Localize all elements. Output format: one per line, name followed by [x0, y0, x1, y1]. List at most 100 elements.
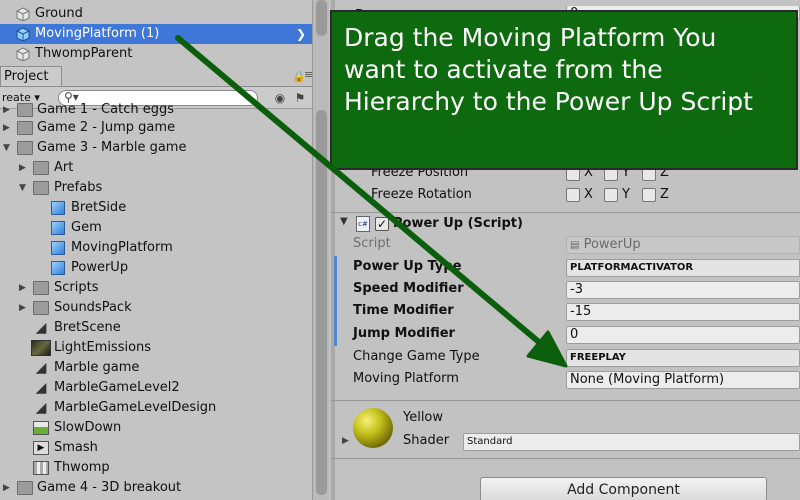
power-up-type-label: Power Up Type	[353, 259, 462, 274]
hierarchy-item-ground[interactable]: Ground	[0, 4, 312, 24]
project-item[interactable]: ▶ Art	[0, 158, 312, 178]
chevron-right-icon[interactable]: ❯	[296, 24, 306, 44]
project-item-label: MarbleGameLevelDesign	[54, 400, 217, 415]
axis-z-label: Z	[660, 187, 669, 202]
project-item[interactable]: ◢ BretScene	[0, 318, 312, 338]
left-panel: Ground MovingPlatform (1) ❯ ThwompParent…	[0, 0, 312, 500]
project-item-label: SlowDown	[54, 420, 122, 435]
prefab-icon	[51, 241, 65, 255]
tab-project[interactable]: Project	[0, 66, 62, 87]
folder-icon	[33, 281, 49, 295]
audio-icon: ▶	[33, 441, 49, 455]
project-item-label: Prefabs	[54, 180, 103, 195]
shader-dropdown[interactable]: Standard	[463, 433, 800, 451]
project-item-label: Scripts	[54, 280, 99, 295]
chevron-right-icon[interactable]: ▶	[3, 478, 13, 498]
project-item[interactable]: ▶ Game 1 - Catch eggs	[0, 100, 312, 120]
project-item[interactable]: ▼ Prefabs	[0, 178, 312, 198]
project-scroll-thumb[interactable]	[316, 110, 327, 495]
project-item-label: PowerUp	[71, 260, 129, 275]
script-field: ▤ PowerUp	[566, 236, 800, 254]
project-item-label: BretScene	[54, 320, 121, 335]
unity-scene-icon: ◢	[35, 400, 47, 416]
grid-icon	[33, 461, 49, 475]
time-modifier-field[interactable]: -15	[566, 303, 800, 321]
project-item-label: Game 3 - Marble game	[37, 140, 187, 155]
hierarchy-item-thwompparent[interactable]: ThwompParent	[0, 44, 312, 64]
chevron-right-icon[interactable]: ▶	[19, 278, 29, 298]
moving-platform-object-field[interactable]: None (Moving Platform)	[566, 371, 800, 389]
project-item-label: Thwomp	[54, 460, 110, 475]
prefab-icon	[51, 201, 65, 215]
gameobject-cube-icon	[16, 47, 30, 62]
project-item[interactable]: ▶ Scripts	[0, 278, 312, 298]
folder-icon	[17, 103, 33, 117]
shader-label: Shader	[403, 433, 450, 448]
jump-modifier-label: Jump Modifier	[353, 326, 455, 341]
chevron-down-icon[interactable]: ▼	[340, 216, 348, 227]
component-enabled-checkbox[interactable]: ✓	[375, 217, 389, 231]
chevron-right-icon[interactable]: ▶	[19, 298, 29, 318]
freeze-rotation-x-checkbox[interactable]	[566, 188, 580, 202]
chevron-right-icon[interactable]: ▶	[19, 158, 29, 178]
folder-icon	[17, 481, 33, 495]
project-item[interactable]: Gem	[0, 218, 312, 238]
project-item[interactable]: MovingPlatform	[0, 238, 312, 258]
axis-y-label: Y	[622, 187, 630, 202]
unity-scene-icon: ◢	[35, 320, 47, 336]
project-item[interactable]: ▶ SoundsPack	[0, 298, 312, 318]
project-item[interactable]: ▼ Game 3 - Marble game	[0, 138, 312, 158]
terrain-icon	[33, 421, 49, 435]
menu-icon[interactable]: ≡	[304, 68, 312, 81]
chevron-down-icon[interactable]: ▼	[19, 178, 29, 198]
script-field-value: PowerUp	[583, 237, 641, 252]
project-item[interactable]: Thwomp	[0, 458, 312, 478]
power-up-type-dropdown[interactable]: PLATFORMACTIVATOR	[566, 259, 800, 277]
project-item-label: Gem	[71, 220, 102, 235]
freeze-rotation-z-checkbox[interactable]	[642, 188, 656, 202]
hierarchy-item-movingplatform-1[interactable]: MovingPlatform (1) ❯	[0, 24, 312, 44]
prefab-cube-icon	[16, 27, 30, 42]
project-item[interactable]: ◢ Marble game	[0, 358, 312, 378]
folder-icon	[33, 181, 49, 195]
project-item[interactable]: ▶ Game 4 - 3D breakout	[0, 478, 312, 498]
project-item[interactable]: ◢ MarbleGameLevel2	[0, 378, 312, 398]
chevron-right-icon[interactable]: ▶	[3, 100, 13, 120]
project-item[interactable]: LightEmissions	[0, 338, 312, 358]
chevron-right-icon[interactable]: ▶	[3, 118, 13, 138]
unity-scene-icon: ◢	[35, 360, 47, 376]
script-file-icon: c#	[356, 216, 370, 232]
speed-modifier-label: Speed Modifier	[353, 281, 464, 296]
chevron-down-icon[interactable]: ▼	[3, 138, 13, 158]
freeze-rotation-y-checkbox[interactable]	[604, 188, 618, 202]
change-game-type-label: Change Game Type	[353, 349, 480, 364]
instruction-callout: Drag the Moving Platform You want to act…	[330, 10, 798, 170]
project-item[interactable]: ▶ Smash	[0, 438, 312, 458]
project-item-label: Art	[54, 160, 74, 175]
unity-scene-icon: ◢	[35, 380, 47, 396]
hierarchy-scroll-thumb[interactable]	[316, 0, 327, 36]
prefab-icon	[51, 221, 65, 235]
folder-icon	[17, 141, 33, 155]
project-item-label: MovingPlatform	[71, 240, 173, 255]
project-item[interactable]: BretSide	[0, 198, 312, 218]
project-item[interactable]: ▶ Game 2 - Jump game	[0, 118, 312, 138]
change-game-type-dropdown[interactable]: FREEPLAY	[566, 349, 800, 367]
project-item-label: Game 2 - Jump game	[37, 120, 176, 135]
project-item[interactable]: ◢ MarbleGameLevelDesign	[0, 398, 312, 418]
modified-indicator	[334, 256, 337, 346]
project-item[interactable]: SlowDown	[0, 418, 312, 438]
speed-modifier-field[interactable]: -3	[566, 281, 800, 299]
material-footer-divider	[331, 458, 800, 459]
texture-icon	[31, 340, 51, 356]
prefab-icon	[51, 261, 65, 275]
material-name: Yellow	[403, 410, 444, 425]
left-scrollbar[interactable]	[312, 0, 329, 500]
script-file-icon: ▤	[570, 240, 580, 251]
hierarchy-item-label: ThwompParent	[35, 46, 133, 61]
add-component-button[interactable]: Add Component	[480, 477, 767, 500]
power-up-component-header[interactable]: ▼ c# ✓ Power Up (Script)	[331, 213, 800, 235]
chevron-right-icon[interactable]: ▶	[342, 436, 349, 446]
jump-modifier-field[interactable]: 0	[566, 326, 800, 344]
project-item[interactable]: PowerUp	[0, 258, 312, 278]
